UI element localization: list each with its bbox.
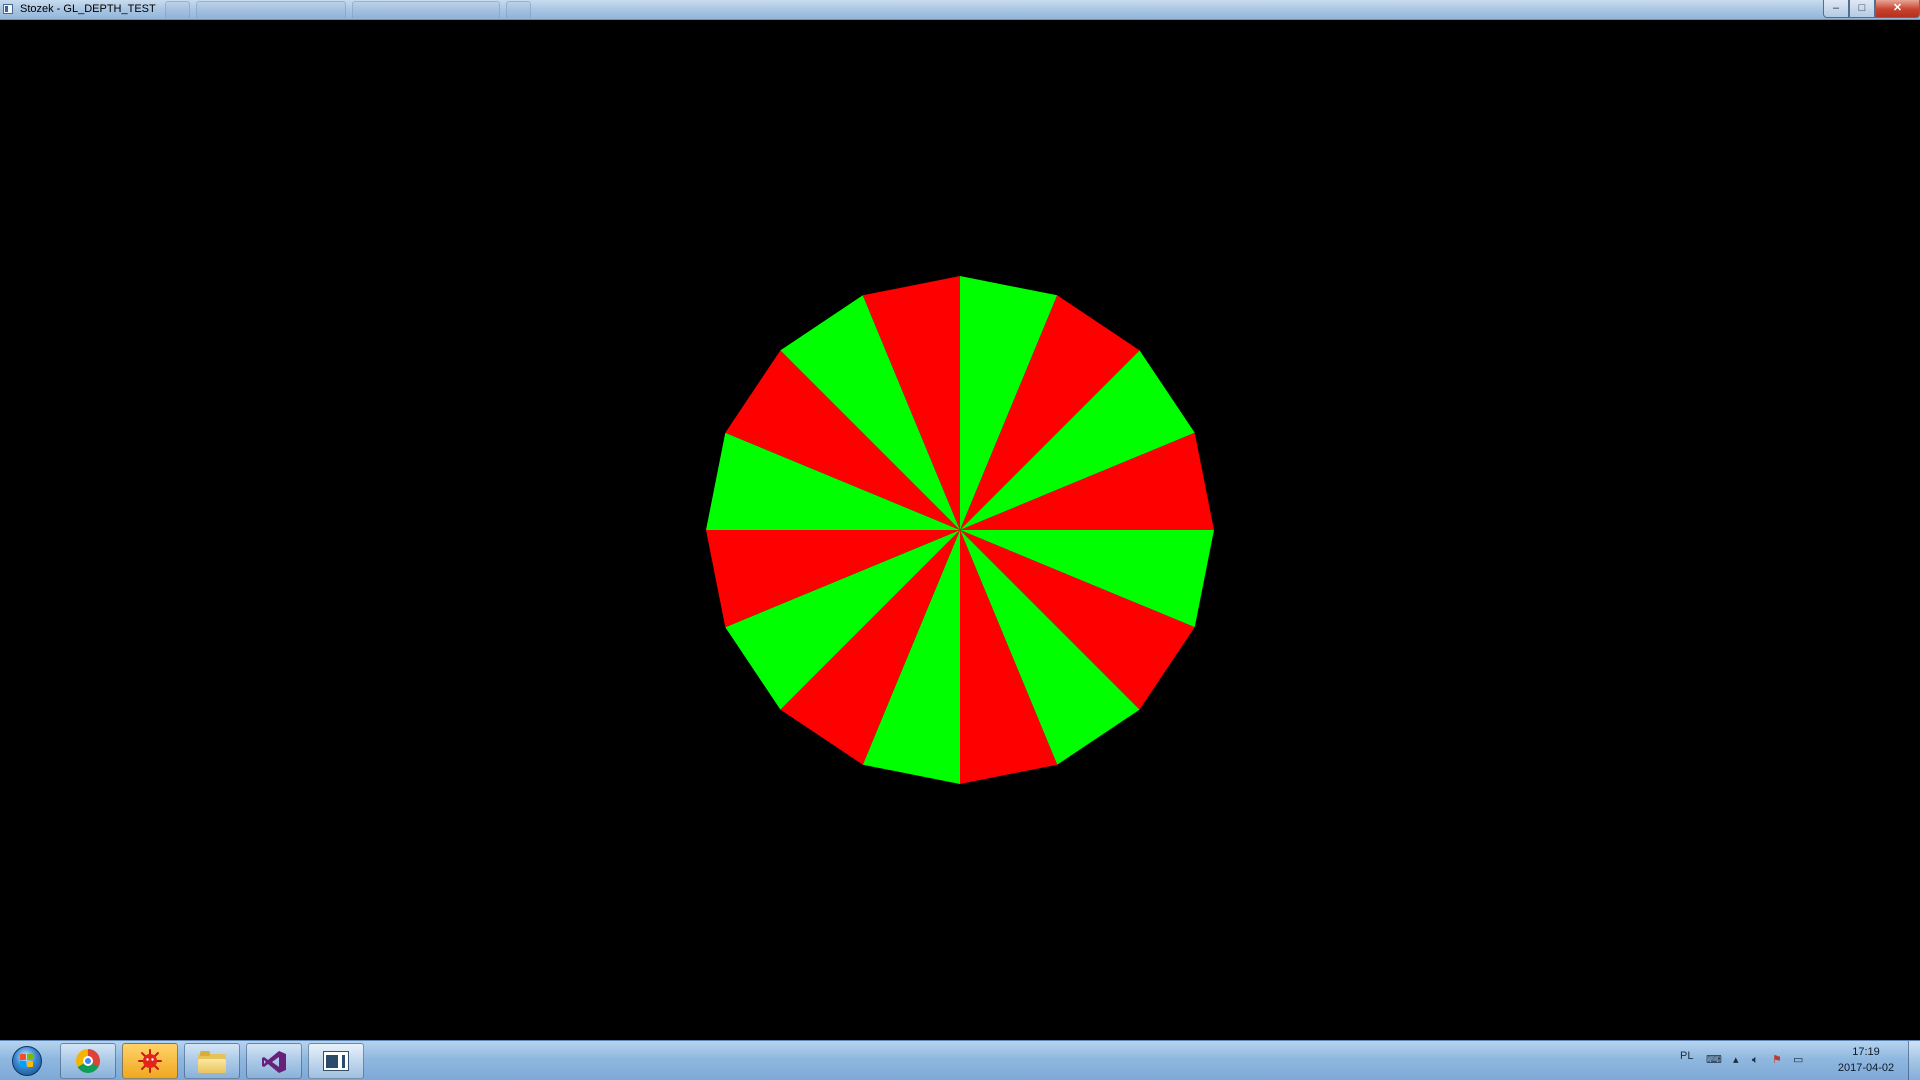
cone-render <box>706 276 1214 784</box>
taskbar-bug-app-button[interactable] <box>122 1043 178 1079</box>
opengl-canvas[interactable] <box>0 20 1920 1040</box>
start-button[interactable] <box>4 1043 50 1079</box>
close-button[interactable]: ✕ <box>1875 0 1920 18</box>
network-icon[interactable]: ▭ <box>1793 1053 1803 1067</box>
visual-studio-icon <box>262 1051 286 1073</box>
window-titlebar[interactable]: Stozek - GL_DEPTH_TEST – □ ✕ <box>0 0 1920 20</box>
clock-date[interactable]: 2017-04-02 <box>1820 1062 1912 1074</box>
background-windows <box>165 1 531 19</box>
taskbar-explorer-button[interactable] <box>184 1043 240 1079</box>
taskbar-visual-studio-button[interactable] <box>246 1043 302 1079</box>
minimize-button[interactable]: – <box>1823 0 1849 18</box>
bug-icon <box>138 1049 162 1073</box>
chrome-icon <box>76 1049 100 1073</box>
taskbar-chrome-button[interactable] <box>60 1043 116 1079</box>
action-center-flag-icon[interactable]: ⚑ <box>1772 1053 1782 1067</box>
clock-time[interactable]: 17:19 <box>1820 1046 1912 1058</box>
ghost-tab <box>165 1 190 18</box>
language-indicator[interactable]: PL <box>1680 1050 1693 1062</box>
folder-icon <box>198 1051 226 1073</box>
app-window-icon[interactable] <box>3 4 13 14</box>
ghost-tab <box>352 1 500 18</box>
ghost-tab <box>196 1 346 18</box>
keyboard-icon[interactable]: ⌨ <box>1706 1053 1722 1067</box>
ghost-tab <box>506 1 531 18</box>
window-title: Stozek - GL_DEPTH_TEST <box>20 3 156 15</box>
taskbar-console-button[interactable] <box>308 1043 364 1079</box>
console-window-icon <box>323 1051 349 1071</box>
windows-start-icon <box>12 1046 42 1076</box>
taskbar: PL ⌨ ▴ 🔈︎ ⚑ ▭ 17:19 2017-04-02 <box>0 1040 1920 1080</box>
show-desktop-button[interactable] <box>1908 1041 1920 1080</box>
show-hidden-icons-icon[interactable]: ▴ <box>1733 1053 1739 1067</box>
window-controls: – □ ✕ <box>1823 0 1920 18</box>
maximize-button[interactable]: □ <box>1849 0 1875 18</box>
volume-icon[interactable]: 🔈︎ <box>1752 1053 1759 1067</box>
